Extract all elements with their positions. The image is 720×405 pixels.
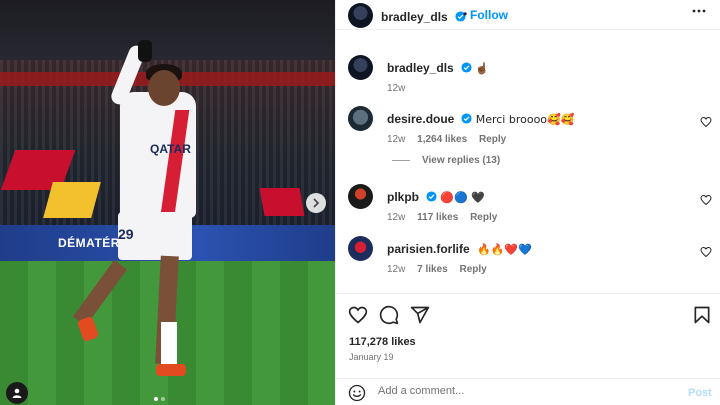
user-tag-icon — [12, 388, 22, 398]
likes-count[interactable]: 117,278 likes — [349, 336, 416, 348]
separator: • — [463, 7, 468, 21]
avatar[interactable] — [348, 106, 373, 131]
comment-likes[interactable]: 1,264 likes — [417, 134, 467, 145]
post-comment-button[interactable]: Post — [688, 387, 712, 399]
more-icon — [692, 9, 706, 13]
carousel-dot — [154, 397, 158, 401]
add-comment-bar: Post — [336, 378, 720, 405]
post-media[interactable]: DÉMATÉR QATAR 29 — [0, 0, 335, 405]
shirt-sponsor: QATAR — [150, 142, 191, 156]
comment-meta: 12w 117 likes Reply — [387, 212, 506, 223]
reply-button[interactable]: Reply — [479, 134, 506, 145]
fan-flag — [259, 188, 305, 216]
emoji-icon[interactable] — [348, 384, 366, 402]
post-header: bradley_dls • Follow — [336, 0, 720, 30]
heart-icon[interactable] — [348, 305, 368, 325]
avatar[interactable] — [348, 184, 373, 209]
carousel-indicator — [154, 397, 165, 401]
comment-time[interactable]: 12w — [387, 212, 405, 223]
comment-text: plkpb 🔴🔵 🖤 — [387, 190, 485, 204]
caption: bradley_dls ☝🏾 12w — [336, 55, 720, 94]
comment-likes[interactable]: 7 likes — [417, 264, 448, 275]
follow-button[interactable]: Follow — [470, 8, 508, 22]
fan-flag — [43, 182, 101, 218]
chevron-right-icon — [313, 198, 320, 208]
player-sock — [161, 322, 177, 368]
caption-time[interactable]: 12w — [387, 83, 405, 94]
reply-button[interactable]: Reply — [460, 264, 487, 275]
verified-icon — [461, 113, 472, 124]
comment-item: plkpb 🔴🔵 🖤 12w 117 likes Reply — [336, 184, 720, 224]
bookmark-icon[interactable] — [692, 305, 712, 325]
replies-divider — [392, 160, 410, 161]
view-replies-button[interactable]: View replies (13) — [392, 155, 500, 166]
player-boot — [156, 364, 186, 376]
next-image-button[interactable] — [306, 193, 326, 213]
reply-button[interactable]: Reply — [470, 212, 497, 223]
carousel-dot — [161, 397, 165, 401]
verified-icon — [461, 62, 472, 73]
shirt-number: 29 — [118, 226, 134, 242]
comment-likes[interactable]: 117 likes — [417, 212, 458, 223]
comment-text: desire.doue Merci broooo🥰🥰 — [387, 112, 574, 126]
ad-board-text: DÉMATÉR — [58, 236, 120, 250]
caption-username[interactable]: bradley_dls — [387, 61, 454, 75]
verified-icon — [426, 191, 437, 202]
tagged-users-button[interactable] — [6, 382, 28, 404]
comment-username[interactable]: parisien.forlife — [387, 242, 470, 256]
comment-body: 🔥🔥❤️💙 — [477, 243, 532, 256]
comment-username[interactable]: desire.doue — [387, 112, 454, 126]
post-date[interactable]: January 19 — [349, 352, 394, 362]
post-panel: bradley_dls • Follow bradley_dls ☝🏾 12w … — [335, 0, 720, 405]
avatar[interactable] — [348, 236, 373, 261]
comment-item: parisien.forlife 🔥🔥❤️💙 12w 7 likes Reply — [336, 236, 720, 276]
caption-body: ☝🏾 — [475, 62, 489, 75]
action-bar — [336, 293, 720, 333]
comment-time[interactable]: 12w — [387, 134, 405, 145]
like-comment-icon[interactable] — [700, 194, 712, 206]
comment-text: parisien.forlife 🔥🔥❤️💙 — [387, 242, 532, 256]
like-comment-icon[interactable] — [700, 116, 712, 128]
comment-input[interactable] — [378, 385, 668, 397]
caption-meta: 12w — [387, 83, 414, 94]
avatar[interactable] — [348, 3, 373, 28]
comment-username[interactable]: plkpb — [387, 190, 419, 204]
caption-text: bradley_dls ☝🏾 — [387, 61, 489, 75]
avatar[interactable] — [348, 55, 373, 80]
view-replies-label: View replies (13) — [422, 155, 501, 166]
author-name-group: bradley_dls — [381, 8, 466, 26]
more-options-button[interactable] — [692, 4, 706, 23]
player-hand — [138, 40, 152, 62]
comment-time[interactable]: 12w — [387, 264, 405, 275]
player-head — [148, 70, 180, 106]
like-comment-icon[interactable] — [700, 246, 712, 258]
comment-icon[interactable] — [379, 305, 399, 325]
author-username[interactable]: bradley_dls — [381, 10, 448, 24]
comment-body: 🔴🔵 🖤 — [440, 191, 485, 204]
comment-meta: 12w 7 likes Reply — [387, 264, 496, 275]
share-icon[interactable] — [410, 305, 430, 325]
comment-body: Merci broooo🥰🥰 — [475, 113, 575, 126]
comment-item: desire.doue Merci broooo🥰🥰 12w 1,264 lik… — [336, 106, 720, 146]
comment-meta: 12w 1,264 likes Reply — [387, 134, 515, 145]
